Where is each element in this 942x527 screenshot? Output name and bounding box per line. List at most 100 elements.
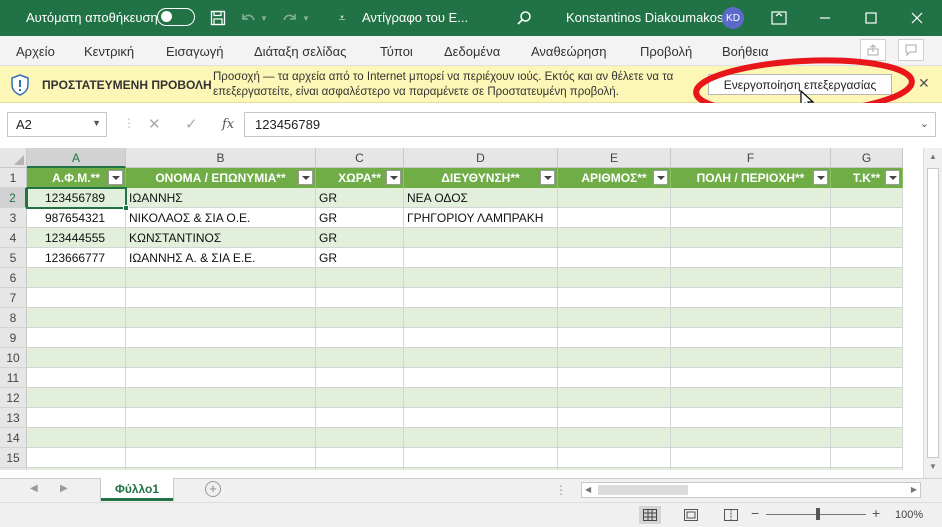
zoom-in-icon[interactable]: +: [872, 505, 880, 521]
table-cell[interactable]: [27, 328, 126, 348]
close-banner-icon[interactable]: ✕: [918, 75, 930, 92]
table-cell[interactable]: [831, 228, 903, 248]
table-header-cell[interactable]: ΧΩΡΑ**: [316, 168, 404, 188]
column-header-a[interactable]: A: [27, 148, 126, 168]
table-cell[interactable]: [316, 348, 404, 368]
table-cell[interactable]: [404, 468, 558, 470]
table-cell[interactable]: [671, 448, 831, 468]
table-cell[interactable]: [27, 348, 126, 368]
table-cell[interactable]: [671, 308, 831, 328]
filter-dropdown-icon[interactable]: [298, 170, 313, 185]
tab-splitter-icon[interactable]: ⋮: [555, 483, 567, 497]
column-header-e[interactable]: E: [558, 148, 671, 168]
autosave-toggle[interactable]: [157, 8, 195, 26]
table-cell[interactable]: [831, 408, 903, 428]
table-cell[interactable]: [671, 208, 831, 228]
table-cell[interactable]: [316, 368, 404, 388]
zoom-out-icon[interactable]: −: [751, 505, 759, 521]
table-cell[interactable]: [831, 348, 903, 368]
row-header-10[interactable]: 10: [0, 348, 27, 368]
add-sheet-icon[interactable]: +: [205, 481, 221, 497]
scroll-up-arrow-icon[interactable]: ▲: [929, 152, 937, 161]
table-cell[interactable]: [671, 368, 831, 388]
table-cell[interactable]: [126, 468, 316, 470]
table-cell[interactable]: [27, 448, 126, 468]
tab-formulas[interactable]: Τύποι: [380, 44, 413, 59]
table-cell[interactable]: [316, 288, 404, 308]
table-cell[interactable]: [831, 308, 903, 328]
table-cell[interactable]: [126, 288, 316, 308]
row-header-2[interactable]: 2: [0, 188, 27, 208]
table-cell[interactable]: [27, 368, 126, 388]
table-cell[interactable]: [558, 448, 671, 468]
spreadsheet-grid[interactable]: A B C D E F G 1 Α.Φ.Μ.** ΟΝΟΜΑ / ΕΠΩΝΥΜΙΑ** ΧΩΡΑ**…: [0, 148, 923, 470]
row-header-9[interactable]: 9: [0, 328, 27, 348]
table-header-cell[interactable]: ΟΝΟΜΑ / ΕΠΩΝΥΜΙΑ**: [126, 168, 316, 188]
formula-input[interactable]: 123456789 ⌄: [244, 112, 936, 137]
horizontal-scrollbar[interactable]: ◀ ▶: [581, 482, 921, 498]
table-cell[interactable]: [671, 348, 831, 368]
table-cell[interactable]: [27, 288, 126, 308]
table-cell[interactable]: [126, 368, 316, 388]
row-header-8[interactable]: 8: [0, 308, 27, 328]
sheet-prev-icon[interactable]: ◀: [30, 483, 38, 494]
table-cell[interactable]: [404, 308, 558, 328]
table-cell[interactable]: [558, 468, 671, 470]
redo-icon[interactable]: [278, 6, 302, 30]
table-cell[interactable]: 987654321: [27, 208, 126, 228]
sheet-tab-active[interactable]: Φύλλο1: [101, 478, 173, 501]
table-cell[interactable]: GR: [316, 208, 404, 228]
tab-insert[interactable]: Εισαγωγή: [166, 44, 223, 59]
table-cell[interactable]: [404, 388, 558, 408]
row-header-1[interactable]: 1: [0, 168, 27, 188]
table-cell[interactable]: [316, 468, 404, 470]
table-cell[interactable]: [671, 408, 831, 428]
row-header-7[interactable]: 7: [0, 288, 27, 308]
table-cell[interactable]: [558, 348, 671, 368]
filter-dropdown-icon[interactable]: [108, 170, 123, 185]
tab-help[interactable]: Βοήθεια: [722, 44, 769, 59]
insert-function-icon[interactable]: fx: [222, 117, 234, 132]
row-header-11[interactable]: 11: [0, 368, 27, 388]
row-header-14[interactable]: 14: [0, 428, 27, 448]
search-icon[interactable]: [512, 6, 536, 30]
table-cell[interactable]: [831, 188, 903, 208]
table-cell[interactable]: [831, 468, 903, 470]
horizontal-scroll-thumb[interactable]: [598, 485, 688, 495]
table-cell[interactable]: [671, 328, 831, 348]
table-cell[interactable]: GR: [316, 248, 404, 268]
redo-dropdown-icon[interactable]: ▼: [300, 6, 312, 30]
table-cell[interactable]: [404, 348, 558, 368]
scroll-left-arrow-icon[interactable]: ◀: [585, 485, 591, 494]
zoom-level[interactable]: 100%: [895, 509, 923, 521]
scroll-down-arrow-icon[interactable]: ▼: [929, 462, 937, 471]
table-cell[interactable]: ΝΙΚΟΛΑΟΣ & ΣΙΑ Ο.Ε.: [126, 208, 316, 228]
table-cell[interactable]: [316, 388, 404, 408]
table-cell[interactable]: [126, 308, 316, 328]
user-name[interactable]: Konstantinos Diakoumakos: [566, 10, 724, 25]
tab-data[interactable]: Δεδομένα: [444, 44, 500, 59]
filter-dropdown-icon[interactable]: [813, 170, 828, 185]
row-header-6[interactable]: 6: [0, 268, 27, 288]
ribbon-display-options-icon[interactable]: [756, 0, 802, 36]
vertical-scroll-thumb[interactable]: [927, 168, 939, 458]
table-cell[interactable]: [404, 328, 558, 348]
tab-page-layout[interactable]: Διάταξη σελίδας: [254, 44, 346, 59]
table-cell[interactable]: 123444555: [27, 228, 126, 248]
tab-review[interactable]: Αναθεώρηση: [531, 44, 607, 59]
table-cell[interactable]: [558, 248, 671, 268]
table-cell[interactable]: [831, 368, 903, 388]
table-cell[interactable]: [126, 428, 316, 448]
table-cell[interactable]: [671, 288, 831, 308]
undo-dropdown-icon[interactable]: ▼: [258, 6, 270, 30]
table-cell[interactable]: [558, 368, 671, 388]
column-header-c[interactable]: C: [316, 148, 404, 168]
select-all-corner[interactable]: [0, 148, 27, 168]
table-cell[interactable]: [558, 208, 671, 228]
table-cell[interactable]: [831, 268, 903, 288]
table-cell[interactable]: [558, 408, 671, 428]
table-cell[interactable]: [671, 428, 831, 448]
table-cell[interactable]: [316, 408, 404, 428]
table-cell[interactable]: [126, 268, 316, 288]
table-header-cell[interactable]: Α.Φ.Μ.**: [27, 168, 126, 188]
